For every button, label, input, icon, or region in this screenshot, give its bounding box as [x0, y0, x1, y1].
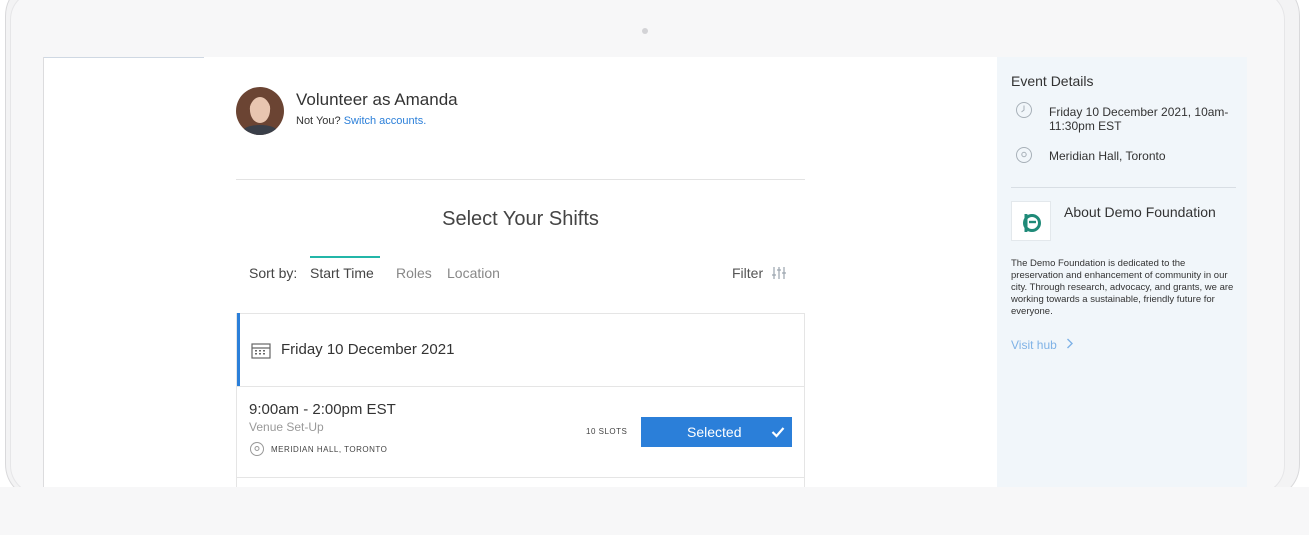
- tab-roles[interactable]: Roles: [396, 265, 432, 281]
- event-datetime: Friday 10 December 2021, 10am-11:30pm ES…: [1049, 105, 1229, 133]
- clock-icon: [1015, 101, 1033, 124]
- calendar-icon: [251, 343, 271, 364]
- shift-card: Friday 10 December 2021 9:00am - 2:00pm …: [236, 313, 805, 487]
- filter-label: Filter: [732, 265, 764, 282]
- avatar-shirt: [242, 125, 278, 135]
- selected-button-label: Selected: [687, 424, 742, 440]
- event-details-heading: Event Details: [1011, 73, 1094, 89]
- chevron-right-icon: [1066, 338, 1074, 352]
- slots-count: 10 SLOTS: [586, 427, 628, 436]
- about-title: About Demo Foundation: [1064, 204, 1216, 220]
- not-you-text: Not You?: [296, 115, 341, 127]
- sliders-icon: [771, 265, 787, 284]
- selected-button[interactable]: Selected: [641, 417, 792, 447]
- filter-button[interactable]: Filter: [732, 265, 787, 284]
- date-row: Friday 10 December 2021: [237, 314, 804, 387]
- event-details-sidebar: Event Details Friday 10 December 2021, 1…: [997, 57, 1247, 487]
- avatar-face: [250, 97, 270, 123]
- event-venue: Meridian Hall, Toronto: [1049, 149, 1166, 163]
- foundation-logo-icon: [1023, 214, 1041, 232]
- foundation-logo: [1011, 201, 1051, 241]
- sidebar-divider: [1011, 187, 1236, 188]
- shift-row-divider: [237, 477, 804, 478]
- visit-hub-label: Visit hub: [1011, 338, 1057, 352]
- bottom-fade: [0, 487, 1309, 535]
- tab-start-time[interactable]: Start Time: [310, 265, 374, 281]
- not-you-line: Not You? Switch accounts.: [296, 115, 426, 127]
- location-pin-icon: [249, 441, 265, 464]
- avatar: [236, 87, 284, 135]
- active-tab-indicator: [310, 256, 380, 258]
- volunteer-title: Volunteer as Amanda: [296, 90, 458, 109]
- tab-location[interactable]: Location: [447, 265, 500, 281]
- shift-location: MERIDIAN HALL, TORONTO: [271, 445, 388, 454]
- sort-label: Sort by:: [249, 265, 298, 281]
- checkmark-icon: [771, 425, 785, 441]
- visit-hub-link[interactable]: Visit hub: [1011, 338, 1074, 352]
- shift-role: Venue Set-Up: [249, 420, 324, 434]
- header-divider: [236, 179, 805, 180]
- switch-accounts-link[interactable]: Switch accounts.: [344, 115, 427, 127]
- app-screen: Volunteer as Amanda Not You? Switch acco…: [43, 57, 1247, 487]
- shift-time: 9:00am - 2:00pm EST: [249, 401, 396, 418]
- location-pin-icon: [1015, 146, 1033, 169]
- camera-dot: [642, 28, 648, 34]
- page-title: Select Your Shifts: [442, 208, 599, 230]
- screen-top-line: [44, 57, 204, 58]
- shift-date: Friday 10 December 2021: [281, 341, 455, 358]
- about-description: The Demo Foundation is dedicated to the …: [1011, 258, 1234, 317]
